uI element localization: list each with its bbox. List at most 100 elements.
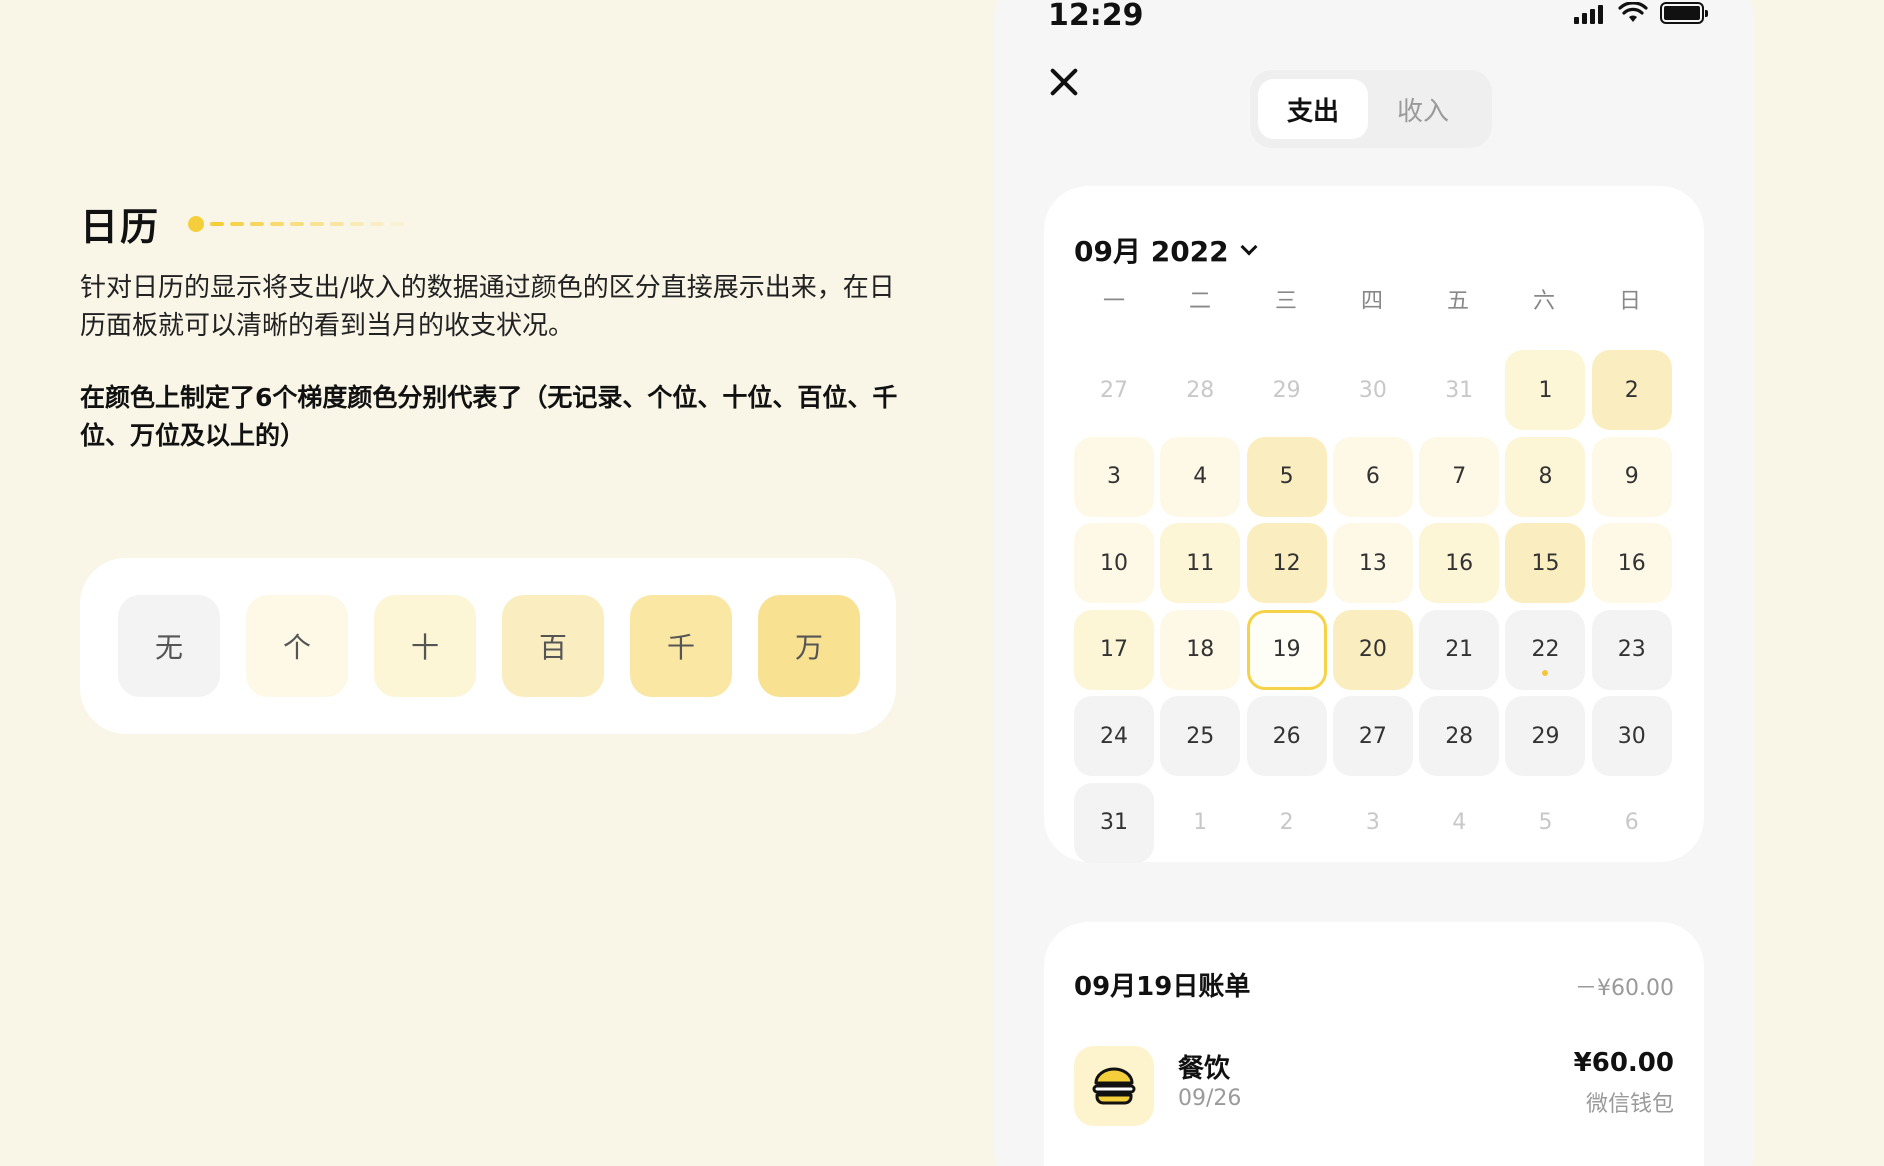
- calendar-day-number: 30: [1358, 377, 1387, 403]
- calendar-day-number: 11: [1186, 550, 1215, 576]
- calendar-day-number: 29: [1531, 723, 1560, 749]
- calendar-day-number: 31: [1445, 377, 1474, 403]
- bill-entry-category: 餐饮: [1178, 1054, 1231, 1084]
- calendar-day-number: 16: [1445, 550, 1474, 576]
- bill-entry-method: 微信钱包: [1585, 1092, 1674, 1117]
- calendar-day[interactable]: 2: [1247, 783, 1327, 863]
- status-icons: [1574, 2, 1708, 24]
- close-icon[interactable]: [1048, 66, 1080, 98]
- calendar-day[interactable]: 4: [1419, 783, 1499, 863]
- calendar-day[interactable]: 28: [1419, 696, 1500, 777]
- calendar-day[interactable]: 27: [1074, 350, 1154, 430]
- calendar-day[interactable]: 29: [1505, 696, 1586, 777]
- calendar-day[interactable]: 22: [1505, 609, 1586, 690]
- month-picker[interactable]: 09月 2022: [1074, 230, 1258, 270]
- tab-income[interactable]: 收入: [1368, 79, 1478, 139]
- calendar-day-number: 12: [1272, 550, 1301, 576]
- legend-item: 百: [502, 595, 604, 697]
- calendar-day[interactable]: 23: [1591, 609, 1672, 690]
- wifi-icon: [1618, 2, 1648, 22]
- calendar-day-number: 2: [1624, 377, 1639, 403]
- weekday-label: 一: [1102, 289, 1125, 314]
- calendar-day-number: 18: [1186, 637, 1215, 663]
- intro-section: 日历 针对日历的显示将支出/收入的数据通过颜色的区分直接展示出来，在日历面板就可…: [80, 196, 920, 455]
- calendar-day[interactable]: 13: [1332, 523, 1413, 604]
- color-legend: 无个十百千万: [80, 558, 896, 734]
- chevron-down-icon: [1240, 238, 1258, 256]
- calendar-day[interactable]: 6: [1592, 783, 1672, 863]
- status-time: 12:29: [1048, 0, 1144, 33]
- calendar-day[interactable]: 31: [1419, 350, 1499, 430]
- legend-item: 千: [630, 595, 732, 697]
- calendar-card: 09月 2022 一二三四五六日 27 28 29 30 31 1 2 3 4 5 6 7 8 9 10 11…: [1044, 186, 1704, 863]
- calendar-day[interactable]: 4: [1160, 436, 1241, 517]
- calendar-day-number: 6: [1624, 810, 1639, 836]
- calendar-day[interactable]: 16: [1591, 523, 1672, 604]
- calendar-day-number: 30: [1617, 723, 1646, 749]
- tab-expense[interactable]: 支出: [1258, 79, 1368, 139]
- calendar-day[interactable]: 12: [1246, 523, 1327, 604]
- calendar-day-selected[interactable]: 19: [1246, 609, 1327, 690]
- calendar-day[interactable]: 20: [1332, 609, 1413, 690]
- calendar-day-number: 26: [1272, 723, 1301, 749]
- calendar-day-number: 5: [1538, 810, 1553, 836]
- calendar-day[interactable]: 24: [1074, 696, 1154, 777]
- calendar-day-number: 25: [1186, 723, 1215, 749]
- calendar-day-number: 31: [1100, 810, 1128, 836]
- calendar-day[interactable]: 15: [1505, 523, 1586, 604]
- bill-entry-icon: [1074, 1046, 1154, 1126]
- weekday-label: 日: [1618, 289, 1641, 314]
- calendar-day[interactable]: 2: [1591, 350, 1672, 430]
- calendar-day[interactable]: 31: [1074, 782, 1154, 863]
- calendar-day[interactable]: 29: [1247, 350, 1327, 430]
- calendar-day[interactable]: 1: [1160, 783, 1240, 863]
- calendar-day[interactable]: 10: [1074, 523, 1154, 604]
- calendar-day[interactable]: 3: [1333, 783, 1413, 863]
- calendar-day[interactable]: 6: [1332, 436, 1413, 517]
- calendar-day-number: 4: [1452, 810, 1467, 836]
- calendar-day[interactable]: 1: [1505, 350, 1586, 430]
- calendar-day-number: 29: [1272, 377, 1301, 403]
- calendar-day[interactable]: 8: [1505, 436, 1586, 517]
- calendar-day[interactable]: 17: [1074, 609, 1154, 690]
- battery-icon: [1660, 2, 1708, 24]
- bill-total: －¥60.00: [1575, 976, 1674, 1001]
- calendar-day[interactable]: 27: [1332, 696, 1413, 777]
- signal-icon: [1574, 5, 1606, 24]
- intro-heading: 日历: [80, 196, 920, 251]
- calendar-day[interactable]: 18: [1160, 609, 1241, 690]
- calendar-day[interactable]: 26: [1246, 696, 1327, 777]
- calendar-day[interactable]: 28: [1160, 350, 1240, 430]
- intro-note: 在颜色上制定了6个梯度颜色分别代表了（无记录、个位、十位、百位、千位、万位及以上…: [80, 383, 898, 450]
- calendar-day-number: 23: [1617, 637, 1646, 663]
- calendar-day[interactable]: 9: [1591, 436, 1672, 517]
- calendar-day[interactable]: 25: [1160, 696, 1241, 777]
- intro-description: 针对日历的显示将支出/收入的数据通过颜色的区分直接展示出来，在日历面板就可以清晰…: [80, 273, 895, 341]
- calendar-day[interactable]: 11: [1160, 523, 1241, 604]
- calendar-day-number: 24: [1100, 723, 1128, 749]
- calendar-day[interactable]: 30: [1591, 696, 1672, 777]
- record-dot-indicator: [1542, 669, 1549, 676]
- calendar-day[interactable]: 16: [1419, 523, 1500, 604]
- bill-entry-date: 09/26: [1178, 1086, 1242, 1111]
- calendar-day-number: 28: [1445, 723, 1474, 749]
- legend-item: 十: [374, 595, 476, 697]
- calendar-day-number: 20: [1358, 637, 1387, 663]
- calendar-day[interactable]: 5: [1246, 436, 1327, 517]
- calendar-day-number: 15: [1531, 550, 1560, 576]
- calendar-day[interactable]: 7: [1419, 436, 1500, 517]
- phone-screen: 12:29 支出 收入 09月 2022 一二三四五六日 27 28 29 30 31 1…: [994, 0, 1754, 1166]
- calendar-day-number: 3: [1365, 810, 1380, 836]
- weekday-label: 三: [1274, 289, 1297, 314]
- calendar-day[interactable]: 30: [1333, 350, 1413, 430]
- legend-item: 万: [758, 595, 860, 697]
- weekday-label: 四: [1360, 289, 1383, 314]
- calendar-day[interactable]: 21: [1419, 609, 1500, 690]
- dotted-line-decoration: [188, 215, 410, 232]
- calendar-day[interactable]: 5: [1505, 783, 1585, 863]
- calendar-day-number: 10: [1100, 550, 1128, 576]
- bill-entry-amount: ¥60.00: [1573, 1048, 1674, 1078]
- calendar-day-number: 27: [1358, 723, 1387, 749]
- calendar-day[interactable]: 3: [1074, 436, 1154, 517]
- burger-icon: [1092, 1067, 1136, 1105]
